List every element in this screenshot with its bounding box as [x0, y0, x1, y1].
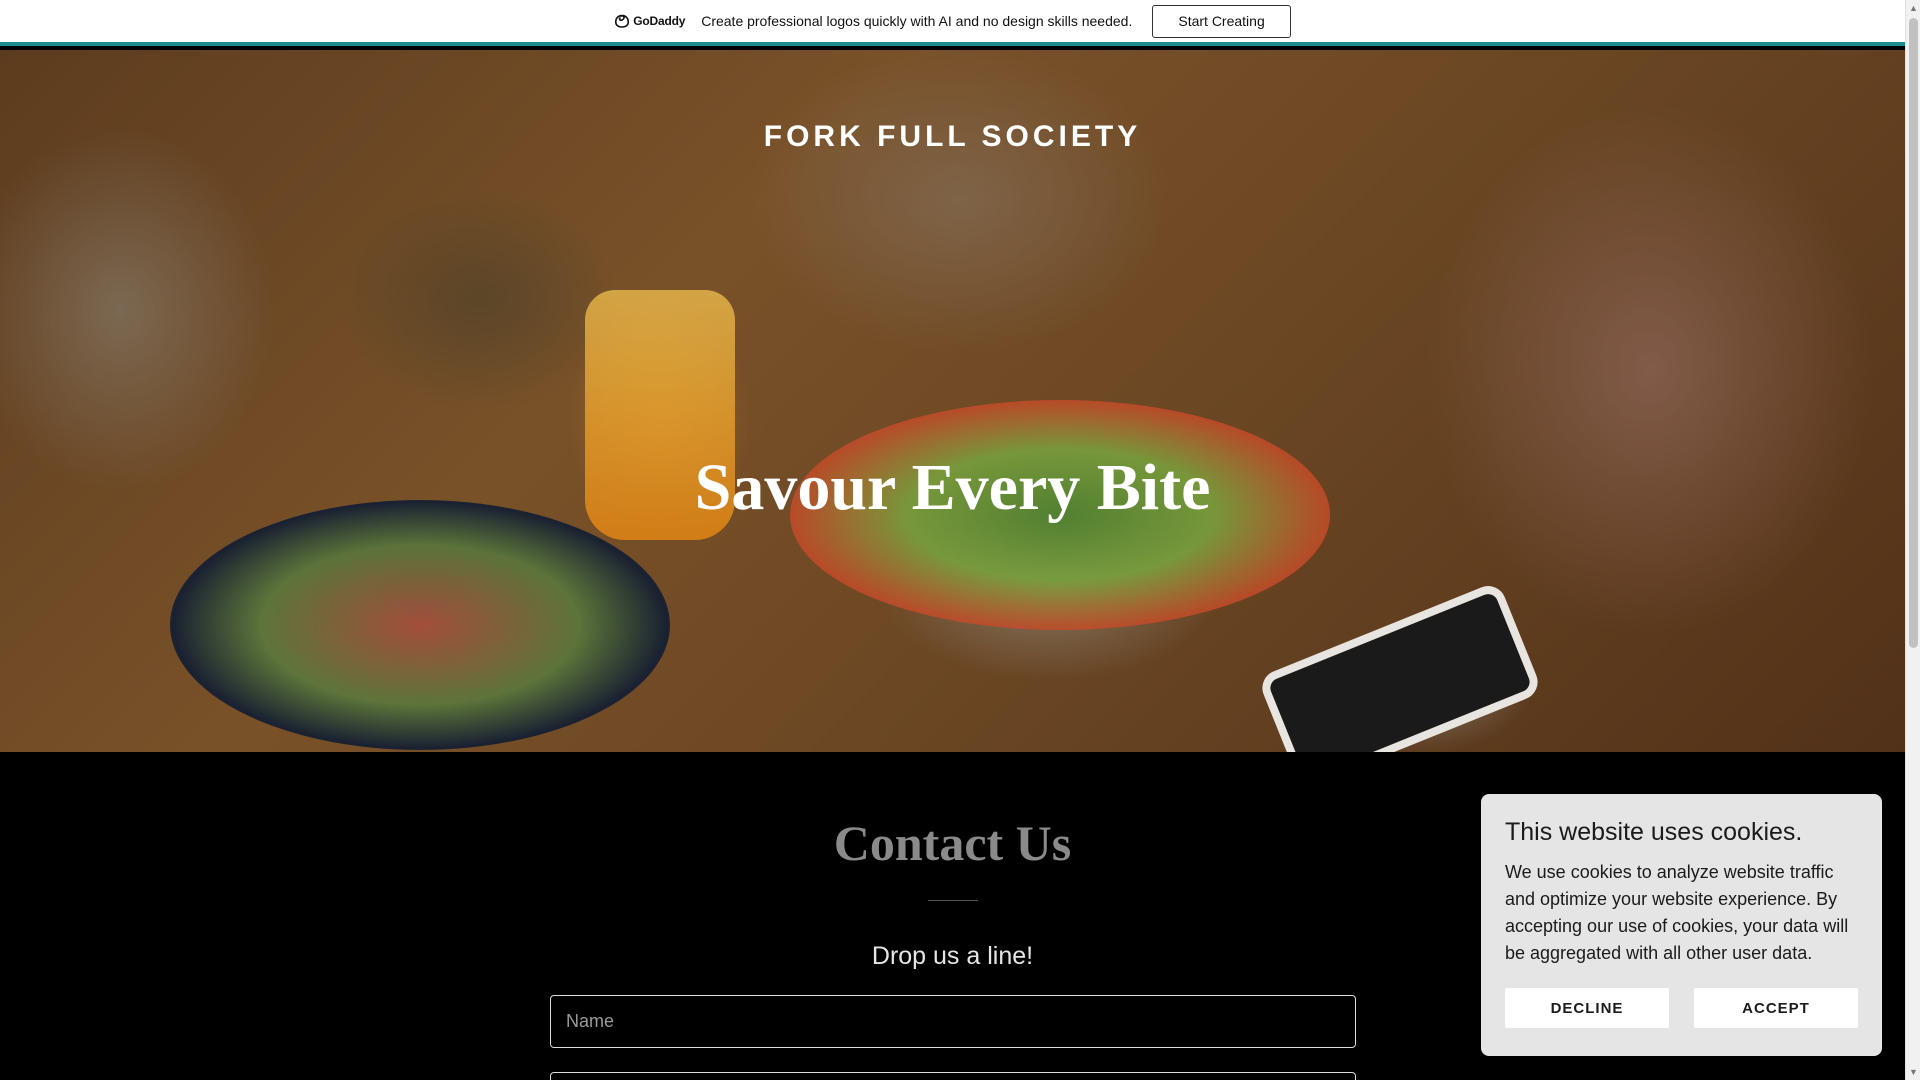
accept-button[interactable]: ACCEPT: [1694, 988, 1858, 1028]
section-divider: [928, 900, 978, 901]
hero-heading: Savour Every Bite: [694, 451, 1211, 524]
start-creating-button[interactable]: Start Creating: [1152, 4, 1291, 38]
email-input[interactable]: [550, 1072, 1356, 1080]
scroll-up-arrow-icon[interactable]: ▲: [1906, 0, 1920, 16]
cookie-actions: DECLINE ACCEPT: [1505, 988, 1858, 1028]
cookie-body: We use cookies to analyze website traffi…: [1505, 862, 1849, 963]
decline-button[interactable]: DECLINE: [1505, 988, 1669, 1028]
cookie-banner: This website uses cookies. We use cookie…: [1481, 794, 1882, 1056]
hero-image-phone: [1256, 580, 1544, 752]
scrollbar-thumb[interactable]: [1909, 18, 1918, 648]
scroll-down-arrow-icon[interactable]: ▼: [1906, 1064, 1920, 1080]
page: GoDaddy Create professional logos quickl…: [0, 0, 1920, 1080]
godaddy-logo-icon: [615, 14, 630, 28]
hero-banner: FORK FULL SOCIETY Savour Every Bite: [0, 50, 1905, 752]
godaddy-logo-text: GoDaddy: [633, 14, 686, 28]
promo-message: Create professional logos quickly with A…: [701, 13, 1133, 29]
page-scrollbar[interactable]: ▲ ▼: [1905, 0, 1920, 1080]
cookie-title: This website uses cookies.: [1505, 818, 1803, 846]
godaddy-logo[interactable]: GoDaddy: [614, 14, 685, 28]
site-title[interactable]: FORK FULL SOCIETY: [0, 120, 1905, 154]
hero-image-bowl: [170, 500, 670, 750]
promo-bar: GoDaddy Create professional logos quickl…: [0, 0, 1905, 46]
name-input[interactable]: [550, 995, 1356, 1048]
